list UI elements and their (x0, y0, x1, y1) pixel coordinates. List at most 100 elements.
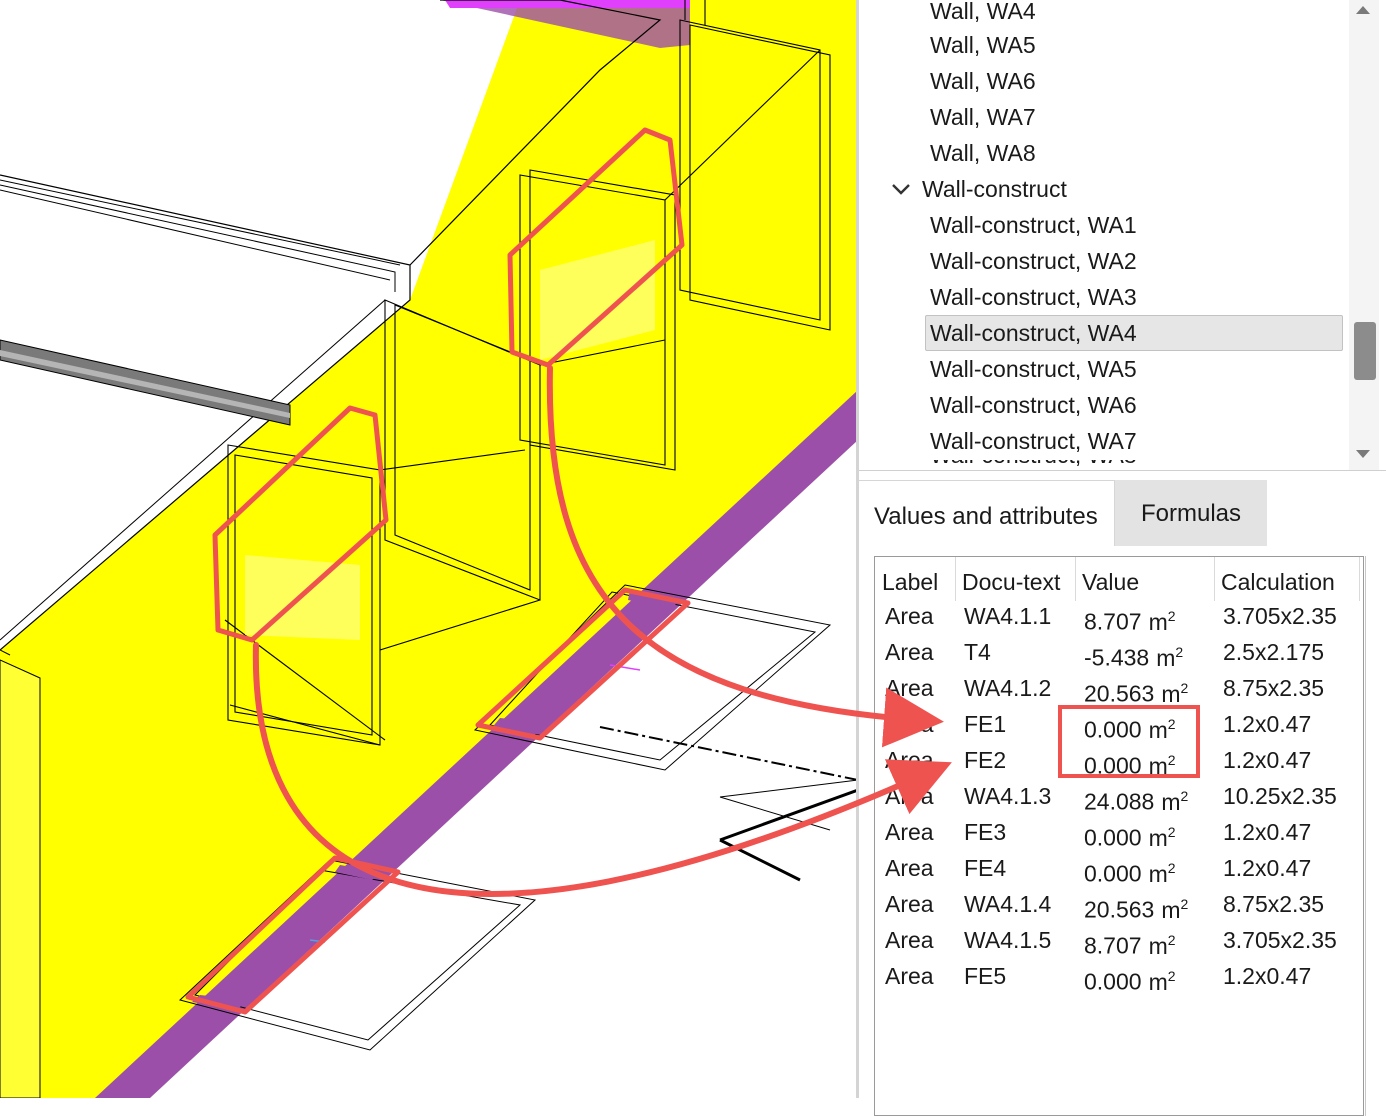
tree-item-partial: Wall-construct, WA8 (930, 460, 1137, 470)
cell-label[interactable]: Area (885, 887, 934, 921)
cell-label[interactable]: Area (885, 635, 934, 669)
front-wall-face (0, 659, 41, 1098)
tab-bar: Values and attributes Formulas (859, 480, 1386, 546)
value-number: 0.000 (1084, 860, 1142, 887)
cell-label[interactable]: Area (885, 743, 934, 777)
tree-item-wall-construct-wa4[interactable]: Wall-construct, WA4 (925, 315, 1343, 351)
cell-label[interactable]: Area (885, 815, 934, 849)
cell-label[interactable]: Area (885, 959, 934, 993)
cell-value[interactable]: 20.563 m2 (1084, 671, 1189, 707)
unit-label: m (1156, 644, 1176, 671)
column-header-value[interactable]: Value (1082, 565, 1139, 599)
cell-label[interactable]: Area (885, 779, 934, 813)
tree-item-wall-wa6[interactable]: Wall, WA6 (930, 64, 1036, 98)
element-tree[interactable]: Wall, WA4 Wall, WA5 Wall, WA6 Wall, WA7 … (859, 0, 1349, 470)
cell-value[interactable]: 24.088 m2 (1084, 779, 1189, 815)
cell-label[interactable]: Area (885, 851, 934, 885)
cell-docu-text[interactable]: FE5 (964, 959, 1006, 993)
3d-model-viewport[interactable] (0, 0, 858, 1098)
cell-value[interactable]: 8.707 m2 (1084, 599, 1176, 635)
cell-calculation[interactable]: 10.25x2.35 (1223, 779, 1337, 813)
cell-label[interactable]: Area (885, 923, 934, 957)
tree-item-wall-wa4[interactable]: Wall, WA4 (930, 0, 1036, 28)
cell-docu-text[interactable]: WA4.1.1 (964, 599, 1051, 633)
annotation-highlight-box (1058, 705, 1200, 778)
cell-calculation[interactable]: 1.2x0.47 (1223, 743, 1311, 777)
formulas-table: Label Docu-text Value Calculation Area WA… (874, 556, 1364, 1116)
column-header-label[interactable]: Label (882, 565, 938, 599)
value-number: 20.563 (1084, 680, 1155, 707)
cell-value[interactable]: 8.707 m2 (1084, 923, 1176, 959)
cell-calculation[interactable]: 8.75x2.35 (1223, 887, 1324, 921)
scrollbar-thumb[interactable] (1354, 322, 1376, 380)
tree-item-wall-construct-wa6[interactable]: Wall-construct, WA6 (930, 388, 1137, 422)
scroll-up-arrow-icon[interactable] (1356, 6, 1370, 14)
unit-exponent: 2 (1167, 608, 1176, 624)
cell-value[interactable]: 0.000 m2 (1084, 959, 1176, 995)
cell-docu-text[interactable]: WA4.1.3 (964, 779, 1051, 813)
value-number: 8.707 (1084, 932, 1142, 959)
tree-item-wall-construct-wa1[interactable]: Wall-construct, WA1 (930, 208, 1137, 242)
unit-exponent: 2 (1180, 788, 1189, 804)
cell-calculation[interactable]: 3.705x2.35 (1223, 923, 1337, 957)
unit-label: m (1148, 824, 1168, 851)
cell-calculation[interactable]: 1.2x0.47 (1223, 815, 1311, 849)
value-number: 0.000 (1084, 824, 1142, 851)
unit-label: m (1148, 860, 1168, 887)
unit-label: m (1148, 968, 1168, 995)
cell-docu-text[interactable]: FE3 (964, 815, 1006, 849)
cell-calculation[interactable]: 1.2x0.47 (1223, 851, 1311, 885)
cell-calculation[interactable]: 8.75x2.35 (1223, 671, 1324, 705)
unit-exponent: 2 (1167, 968, 1176, 984)
cell-calculation[interactable]: 1.2x0.47 (1223, 959, 1311, 993)
tab-values-and-attributes[interactable]: Values and attributes (859, 480, 1115, 546)
cell-label[interactable]: Area (885, 671, 934, 705)
cell-label[interactable]: Area (885, 707, 934, 741)
chevron-down-icon[interactable] (890, 172, 912, 206)
tree-item-wall-wa5[interactable]: Wall, WA5 (930, 28, 1036, 62)
tree-group-wall-construct[interactable]: Wall-construct (922, 172, 1067, 206)
tree-item-wall-construct-wa3[interactable]: Wall-construct, WA3 (930, 280, 1137, 314)
unit-exponent: 2 (1175, 644, 1184, 660)
cell-calculation[interactable]: 2.5x2.175 (1223, 635, 1324, 669)
cell-calculation[interactable]: 3.705x2.35 (1223, 599, 1337, 633)
tree-item-wall-wa8[interactable]: Wall, WA8 (930, 136, 1036, 170)
tab-formulas[interactable]: Formulas (1115, 480, 1267, 546)
cell-docu-text[interactable]: WA4.1.5 (964, 923, 1051, 957)
cell-calculation[interactable]: 1.2x0.47 (1223, 707, 1311, 741)
column-header-docu-text[interactable]: Docu-text (962, 565, 1060, 599)
tree-scrollbar[interactable] (1349, 0, 1379, 470)
unit-exponent: 2 (1180, 896, 1189, 912)
value-number: 24.088 (1084, 788, 1155, 815)
unit-label: m (1161, 680, 1181, 707)
column-header-calculation[interactable]: Calculation (1221, 565, 1335, 599)
unit-exponent: 2 (1167, 860, 1176, 876)
cell-docu-text[interactable]: FE2 (964, 743, 1006, 777)
cell-docu-text[interactable]: FE1 (964, 707, 1006, 741)
cell-docu-text[interactable]: WA4.1.4 (964, 887, 1051, 921)
properties-panel: Wall, WA4 Wall, WA5 Wall, WA6 Wall, WA7 … (859, 0, 1386, 1116)
value-number: 8.707 (1084, 608, 1142, 635)
unit-label: m (1161, 788, 1181, 815)
cell-value[interactable]: -5.438 m2 (1084, 635, 1184, 671)
unit-exponent: 2 (1167, 824, 1176, 840)
tree-item-wall-construct-wa2[interactable]: Wall-construct, WA2 (930, 244, 1137, 278)
cell-value[interactable]: 0.000 m2 (1084, 815, 1176, 851)
unit-label: m (1148, 932, 1168, 959)
cell-docu-text[interactable]: FE4 (964, 851, 1006, 885)
building-model-drawing (0, 0, 858, 1098)
cell-value[interactable]: 20.563 m2 (1084, 887, 1189, 923)
unit-exponent: 2 (1180, 680, 1189, 696)
cell-label[interactable]: Area (885, 599, 934, 633)
table-border (1365, 556, 1366, 1116)
cell-docu-text[interactable]: WA4.1.2 (964, 671, 1051, 705)
unit-exponent: 2 (1167, 932, 1176, 948)
tree-item-wall-construct-wa7[interactable]: Wall-construct, WA7 (930, 424, 1137, 458)
unit-label: m (1148, 608, 1168, 635)
value-number: 20.563 (1084, 896, 1155, 923)
cell-value[interactable]: 0.000 m2 (1084, 851, 1176, 887)
cell-docu-text[interactable]: T4 (964, 635, 991, 669)
tree-item-wall-construct-wa5[interactable]: Wall-construct, WA5 (930, 352, 1137, 386)
scroll-down-arrow-icon[interactable] (1356, 450, 1370, 458)
tree-item-wall-wa7[interactable]: Wall, WA7 (930, 100, 1036, 134)
